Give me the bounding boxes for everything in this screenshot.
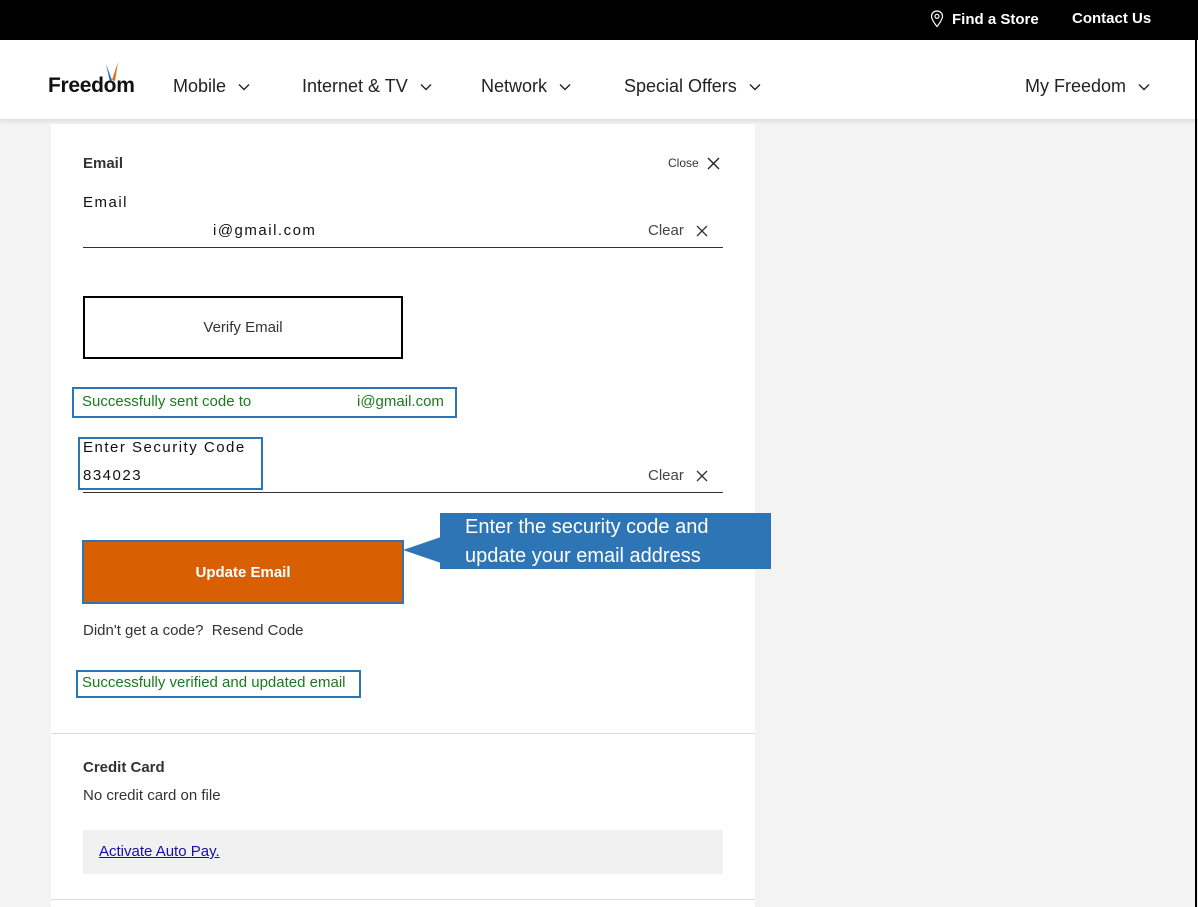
nav-internet-tv-label: Internet & TV — [302, 76, 408, 96]
verify-email-button[interactable]: Verify Email — [83, 296, 403, 359]
chevron-down-icon — [749, 83, 761, 90]
close-button[interactable]: Close — [668, 156, 720, 170]
email-section-title: Email — [83, 155, 124, 172]
updated-email-message: Successfully verified and updated email — [82, 674, 346, 691]
activate-autopay-link[interactable]: Activate Auto Pay. — [99, 843, 220, 860]
nav-network-label: Network — [481, 76, 548, 96]
utility-bar: Find a Store Contact Us — [0, 0, 1198, 40]
resend-code-link[interactable]: Resend Code — [212, 622, 304, 639]
email-input[interactable]: i@gmail.com — [213, 222, 316, 239]
clear-label: Clear — [648, 467, 684, 484]
close-icon — [707, 157, 720, 169]
security-code-underline — [83, 492, 723, 493]
nav-special-offers-label: Special Offers — [624, 76, 737, 96]
autopay-banner: Activate Auto Pay. — [83, 830, 723, 874]
chevron-down-icon — [1138, 83, 1150, 90]
security-code-label: Enter Security Code — [83, 439, 246, 456]
find-store-link[interactable]: Find a Store — [930, 10, 1039, 28]
callout-line-1: Enter the security code and — [465, 516, 709, 538]
chevron-down-icon — [238, 83, 250, 90]
email-clear-button[interactable]: Clear — [648, 222, 708, 239]
nav-my-freedom-label: My Freedom — [1025, 76, 1127, 96]
update-email-button[interactable]: Update Email — [82, 540, 404, 604]
nav-mobile[interactable]: Mobile — [173, 76, 250, 97]
close-icon — [696, 225, 708, 236]
section-divider-bottom — [51, 899, 755, 900]
logo-text: Freedom — [48, 74, 135, 97]
security-code-input[interactable]: 834023 — [83, 467, 142, 484]
sent-code-prefix: Successfully sent code to — [82, 393, 252, 410]
callout-line-2: update your email address — [465, 545, 701, 567]
chevron-down-icon — [420, 83, 432, 90]
callout-pointer — [403, 537, 441, 563]
clear-label: Clear — [648, 222, 684, 239]
find-store-label: Find a Store — [952, 10, 1039, 28]
close-label: Close — [668, 156, 699, 170]
sent-code-email: i@gmail.com — [357, 393, 444, 410]
freedom-logo[interactable]: Freedom — [48, 62, 140, 102]
chevron-down-icon — [559, 83, 571, 90]
sent-code-message: Successfully sent code to — [82, 393, 251, 410]
credit-card-status: No credit card on file — [83, 787, 221, 804]
nav-mobile-label: Mobile — [173, 76, 227, 96]
location-pin-icon — [930, 10, 944, 28]
credit-card-section-title: Credit Card — [83, 759, 165, 776]
nav-internet-tv[interactable]: Internet & TV — [302, 76, 432, 97]
frame-border — [1195, 40, 1197, 907]
no-code-text: Didn't get a code? — [83, 622, 204, 639]
nav-my-freedom[interactable]: My Freedom — [1025, 76, 1150, 97]
nav-special-offers[interactable]: Special Offers — [624, 76, 761, 97]
security-code-clear-button[interactable]: Clear — [648, 467, 708, 484]
close-icon — [696, 470, 708, 481]
main-header: Freedom Mobile Internet & TV Network Spe… — [0, 40, 1198, 120]
email-input-underline — [83, 247, 723, 248]
email-field-label: Email — [83, 194, 129, 211]
contact-us-link[interactable]: Contact Us — [1072, 10, 1151, 27]
instruction-callout: Enter the security code and update your … — [440, 513, 771, 569]
section-divider — [51, 733, 755, 734]
resend-code-row: Didn't get a code? Resend Code — [83, 622, 304, 639]
nav-network[interactable]: Network — [481, 76, 571, 97]
